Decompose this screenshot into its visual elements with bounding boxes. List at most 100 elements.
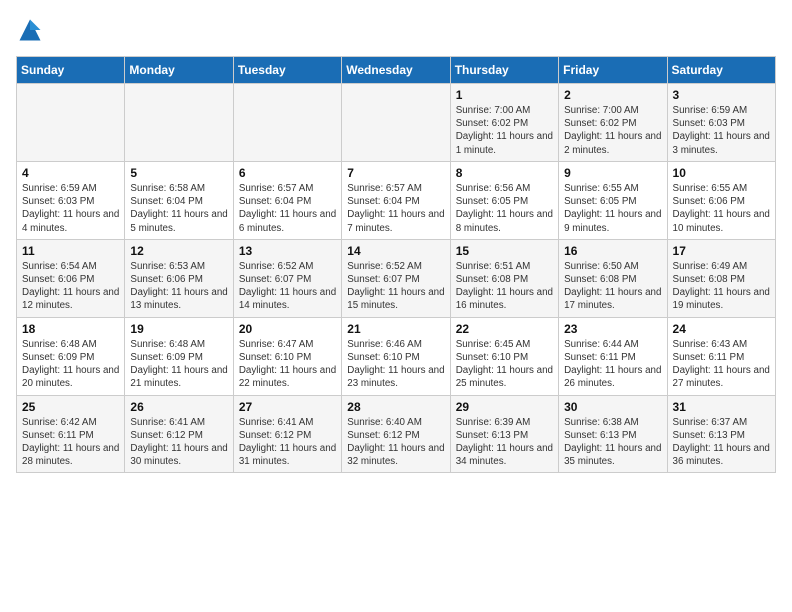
- calendar-day-13: 13 Sunrise: 6:52 AM Sunset: 6:07 PM Dayli…: [233, 239, 341, 317]
- day-info: Sunrise: 6:39 AM Sunset: 6:13 PM Dayligh…: [456, 416, 553, 469]
- calendar-day-6: 6 Sunrise: 6:57 AM Sunset: 6:04 PM Daylig…: [233, 161, 341, 239]
- calendar-day-8: 8 Sunrise: 6:56 AM Sunset: 6:05 PM Daylig…: [450, 161, 558, 239]
- calendar-day-31: 31 Sunrise: 6:37 AM Sunset: 6:13 PM Dayli…: [667, 395, 775, 473]
- day-number: 18: [22, 322, 119, 336]
- calendar-day-23: 23 Sunrise: 6:44 AM Sunset: 6:11 PM Dayli…: [559, 317, 667, 395]
- day-number: 22: [456, 322, 553, 336]
- day-number: 26: [130, 400, 227, 414]
- day-number: 9: [564, 166, 661, 180]
- day-number: 3: [673, 88, 770, 102]
- day-number: 29: [456, 400, 553, 414]
- calendar-day-20: 20 Sunrise: 6:47 AM Sunset: 6:10 PM Dayli…: [233, 317, 341, 395]
- day-number: 31: [673, 400, 770, 414]
- day-number: 20: [239, 322, 336, 336]
- calendar-day-9: 9 Sunrise: 6:55 AM Sunset: 6:05 PM Daylig…: [559, 161, 667, 239]
- calendar-day-11: 11 Sunrise: 6:54 AM Sunset: 6:06 PM Dayli…: [17, 239, 125, 317]
- logo-icon: [16, 16, 44, 44]
- day-number: 10: [673, 166, 770, 180]
- day-number: 21: [347, 322, 444, 336]
- day-info: Sunrise: 6:59 AM Sunset: 6:03 PM Dayligh…: [22, 182, 119, 235]
- day-number: 13: [239, 244, 336, 258]
- calendar-day-14: 14 Sunrise: 6:52 AM Sunset: 6:07 PM Dayli…: [342, 239, 450, 317]
- logo: [16, 16, 48, 44]
- calendar-day-16: 16Sunrise: 6:50 AM Sunset: 6:08 PM Dayli…: [559, 239, 667, 317]
- calendar-table: SundayMondayTuesdayWednesdayThursdayFrid…: [16, 56, 776, 473]
- day-number: 23: [564, 322, 661, 336]
- calendar-day-5: 5Sunrise: 6:58 AM Sunset: 6:04 PM Daylig…: [125, 161, 233, 239]
- day-info: Sunrise: 6:41 AM Sunset: 6:12 PM Dayligh…: [130, 416, 227, 469]
- calendar-day-17: 17 Sunrise: 6:49 AM Sunset: 6:08 PM Dayli…: [667, 239, 775, 317]
- day-info: Sunrise: 6:59 AM Sunset: 6:03 PM Dayligh…: [673, 104, 770, 157]
- day-info: Sunrise: 6:49 AM Sunset: 6:08 PM Dayligh…: [673, 260, 770, 313]
- calendar-empty-cell: [17, 84, 125, 162]
- calendar-day-2: 2 Sunrise: 7:00 AM Sunset: 6:02 PM Daylig…: [559, 84, 667, 162]
- day-number: 19: [130, 322, 227, 336]
- day-info: Sunrise: 6:41 AM Sunset: 6:12 PM Dayligh…: [239, 416, 336, 469]
- day-number: 7: [347, 166, 444, 180]
- calendar-day-21: 21 Sunrise: 6:46 AM Sunset: 6:10 PM Dayli…: [342, 317, 450, 395]
- day-info: Sunrise: 6:48 AM Sunset: 6:09 PM Dayligh…: [130, 338, 227, 391]
- day-number: 24: [673, 322, 770, 336]
- day-number: 25: [22, 400, 119, 414]
- calendar-day-7: 7 Sunrise: 6:57 AM Sunset: 6:04 PM Daylig…: [342, 161, 450, 239]
- calendar-day-19: 19 Sunrise: 6:48 AM Sunset: 6:09 PM Dayli…: [125, 317, 233, 395]
- calendar-week-row: 1 Sunrise: 7:00 AM Sunset: 6:02 PM Daylig…: [17, 84, 776, 162]
- weekday-header-tuesday: Tuesday: [233, 57, 341, 84]
- day-info: Sunrise: 6:52 AM Sunset: 6:07 PM Dayligh…: [347, 260, 444, 313]
- weekday-header-sunday: Sunday: [17, 57, 125, 84]
- page-header: [16, 16, 776, 44]
- day-info: Sunrise: 6:44 AM Sunset: 6:11 PM Dayligh…: [564, 338, 661, 391]
- weekday-header-wednesday: Wednesday: [342, 57, 450, 84]
- calendar-week-row: 18 Sunrise: 6:48 AM Sunset: 6:09 PM Dayli…: [17, 317, 776, 395]
- day-info: Sunrise: 6:55 AM Sunset: 6:05 PM Dayligh…: [564, 182, 661, 235]
- calendar-day-24: 24 Sunrise: 6:43 AM Sunset: 6:11 PM Dayli…: [667, 317, 775, 395]
- day-number: 2: [564, 88, 661, 102]
- day-info: Sunrise: 6:47 AM Sunset: 6:10 PM Dayligh…: [239, 338, 336, 391]
- day-info: Sunrise: 6:57 AM Sunset: 6:04 PM Dayligh…: [347, 182, 444, 235]
- day-info: Sunrise: 6:38 AM Sunset: 6:13 PM Dayligh…: [564, 416, 661, 469]
- day-info: Sunrise: 6:52 AM Sunset: 6:07 PM Dayligh…: [239, 260, 336, 313]
- day-number: 16: [564, 244, 661, 258]
- day-info: Sunrise: 6:45 AM Sunset: 6:10 PM Dayligh…: [456, 338, 553, 391]
- calendar-empty-cell: [125, 84, 233, 162]
- calendar-day-18: 18 Sunrise: 6:48 AM Sunset: 6:09 PM Dayli…: [17, 317, 125, 395]
- day-number: 1: [456, 88, 553, 102]
- day-info: Sunrise: 6:40 AM Sunset: 6:12 PM Dayligh…: [347, 416, 444, 469]
- day-info: Sunrise: 6:42 AM Sunset: 6:11 PM Dayligh…: [22, 416, 119, 469]
- day-info: Sunrise: 6:56 AM Sunset: 6:05 PM Dayligh…: [456, 182, 553, 235]
- day-number: 11: [22, 244, 119, 258]
- day-number: 4: [22, 166, 119, 180]
- day-info: Sunrise: 6:57 AM Sunset: 6:04 PM Dayligh…: [239, 182, 336, 235]
- day-info: Sunrise: 6:48 AM Sunset: 6:09 PM Dayligh…: [22, 338, 119, 391]
- calendar-week-row: 25 Sunrise: 6:42 AM Sunset: 6:11 PM Dayli…: [17, 395, 776, 473]
- calendar-day-12: 12 Sunrise: 6:53 AM Sunset: 6:06 PM Dayli…: [125, 239, 233, 317]
- calendar-day-10: 10 Sunrise: 6:55 AM Sunset: 6:06 PM Dayli…: [667, 161, 775, 239]
- calendar-empty-cell: [233, 84, 341, 162]
- calendar-day-3: 3 Sunrise: 6:59 AM Sunset: 6:03 PM Daylig…: [667, 84, 775, 162]
- day-info: Sunrise: 6:51 AM Sunset: 6:08 PM Dayligh…: [456, 260, 553, 313]
- day-info: Sunrise: 6:55 AM Sunset: 6:06 PM Dayligh…: [673, 182, 770, 235]
- calendar-day-15: 15Sunrise: 6:51 AM Sunset: 6:08 PM Dayli…: [450, 239, 558, 317]
- day-number: 6: [239, 166, 336, 180]
- calendar-day-22: 22 Sunrise: 6:45 AM Sunset: 6:10 PM Dayli…: [450, 317, 558, 395]
- day-info: Sunrise: 6:43 AM Sunset: 6:11 PM Dayligh…: [673, 338, 770, 391]
- day-info: Sunrise: 6:37 AM Sunset: 6:13 PM Dayligh…: [673, 416, 770, 469]
- day-info: Sunrise: 6:54 AM Sunset: 6:06 PM Dayligh…: [22, 260, 119, 313]
- day-info: Sunrise: 6:46 AM Sunset: 6:10 PM Dayligh…: [347, 338, 444, 391]
- day-number: 12: [130, 244, 227, 258]
- calendar-day-26: 26 Sunrise: 6:41 AM Sunset: 6:12 PM Dayli…: [125, 395, 233, 473]
- calendar-day-30: 30Sunrise: 6:38 AM Sunset: 6:13 PM Dayli…: [559, 395, 667, 473]
- day-number: 27: [239, 400, 336, 414]
- weekday-header-saturday: Saturday: [667, 57, 775, 84]
- day-info: Sunrise: 7:00 AM Sunset: 6:02 PM Dayligh…: [564, 104, 661, 157]
- day-number: 17: [673, 244, 770, 258]
- calendar-day-29: 29 Sunrise: 6:39 AM Sunset: 6:13 PM Dayli…: [450, 395, 558, 473]
- calendar-day-4: 4 Sunrise: 6:59 AM Sunset: 6:03 PM Daylig…: [17, 161, 125, 239]
- day-info: Sunrise: 6:53 AM Sunset: 6:06 PM Dayligh…: [130, 260, 227, 313]
- day-number: 14: [347, 244, 444, 258]
- weekday-header-row: SundayMondayTuesdayWednesdayThursdayFrid…: [17, 57, 776, 84]
- weekday-header-thursday: Thursday: [450, 57, 558, 84]
- day-number: 8: [456, 166, 553, 180]
- day-number: 28: [347, 400, 444, 414]
- weekday-header-monday: Monday: [125, 57, 233, 84]
